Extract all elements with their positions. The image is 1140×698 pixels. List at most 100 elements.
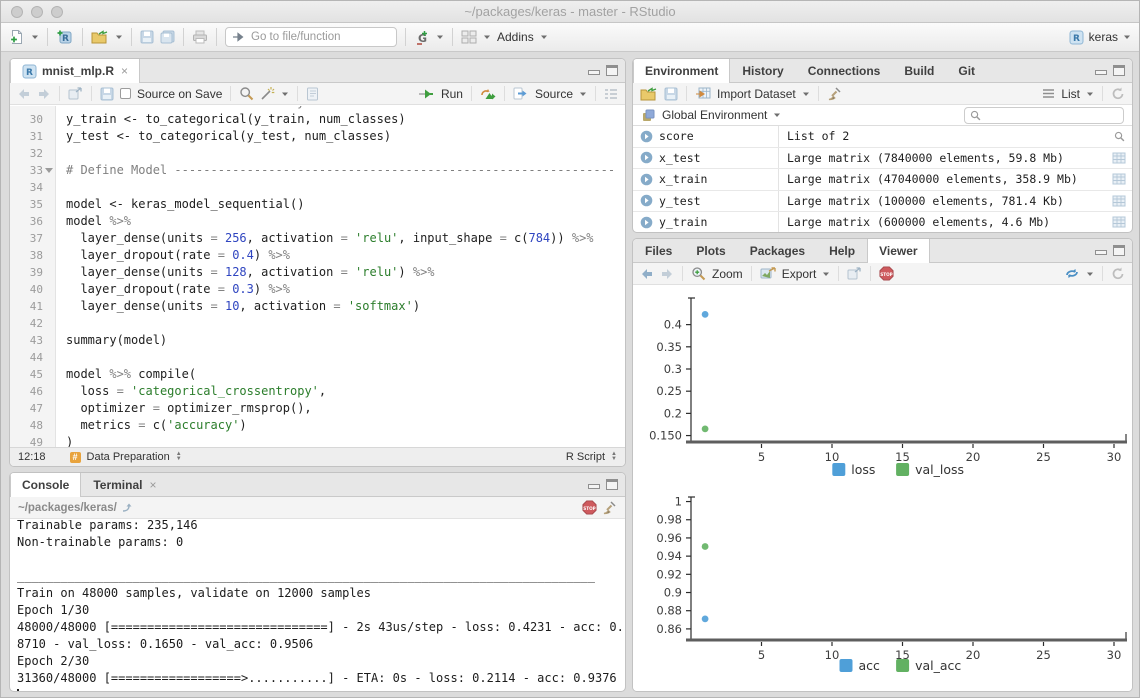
project-menu[interactable]: R keras xyxy=(1069,30,1131,45)
back-icon[interactable] xyxy=(640,268,654,280)
source-file-icon[interactable] xyxy=(513,87,529,100)
environment-object-x_test[interactable]: x_testLarge matrix (7840000 elements, 59… xyxy=(633,148,1132,170)
open-recent-caret[interactable] xyxy=(115,33,123,41)
code-line-41[interactable]: 41 layer_dense(units = 10, activation = … xyxy=(10,298,625,315)
env-tab-connections[interactable]: Connections xyxy=(796,59,893,82)
new-file-icon[interactable] xyxy=(9,29,25,45)
save-icon[interactable] xyxy=(140,30,154,44)
run-button[interactable]: Run xyxy=(441,87,463,101)
environment-object-score[interactable]: scoreList of 2 xyxy=(633,126,1132,148)
code-line-32[interactable]: 32 xyxy=(10,145,625,162)
find-replace-icon[interactable] xyxy=(239,86,254,101)
compile-report-icon[interactable] xyxy=(306,87,319,101)
code-line-43[interactable]: 43summary(model) xyxy=(10,332,625,349)
minimize-pane-icon[interactable] xyxy=(588,484,600,489)
expand-object-icon[interactable] xyxy=(640,194,653,207)
file-type-selector[interactable]: R Script xyxy=(566,451,605,463)
code-line-46[interactable]: 46 loss = 'categorical_crossentropy', xyxy=(10,383,625,400)
import-dataset-caret[interactable] xyxy=(802,90,810,98)
code-line-36[interactable]: 36model %>% xyxy=(10,213,625,230)
view-table-icon[interactable] xyxy=(1112,152,1126,164)
refresh-viewer-icon[interactable] xyxy=(1111,267,1125,281)
files-tab-help[interactable]: Help xyxy=(817,239,867,262)
env-tab-environment[interactable]: Environment xyxy=(633,59,730,83)
zoom-plot-icon[interactable] xyxy=(691,266,706,281)
version-control-caret[interactable] xyxy=(436,33,444,41)
environment-object-y_test[interactable]: y_testLarge matrix (100000 elements, 781… xyxy=(633,191,1132,213)
save-workspace-icon[interactable] xyxy=(664,87,678,101)
code-line-42[interactable]: 42 xyxy=(10,315,625,332)
console-tab-console[interactable]: Console xyxy=(10,473,81,497)
maximize-pane-icon[interactable] xyxy=(606,479,618,490)
maximize-pane-icon[interactable] xyxy=(1113,65,1125,76)
go-to-directory-icon[interactable] xyxy=(122,502,134,513)
version-control-icon[interactable]: G xyxy=(414,29,430,45)
code-line-31[interactable]: 31y_test <- to_categorical(y_test, num_c… xyxy=(10,128,625,145)
expand-object-icon[interactable] xyxy=(640,173,653,186)
export-plot-icon[interactable] xyxy=(760,267,776,280)
minimize-pane-icon[interactable] xyxy=(1095,70,1107,75)
code-line-37[interactable]: 37 layer_dense(units = 256, activation =… xyxy=(10,230,625,247)
files-tab-files[interactable]: Files xyxy=(633,239,684,262)
workspace-panes-icon[interactable] xyxy=(461,30,477,44)
files-tab-viewer[interactable]: Viewer xyxy=(867,239,929,263)
addins-caret[interactable] xyxy=(540,33,548,41)
code-line-39[interactable]: 39 layer_dense(units = 128, activation =… xyxy=(10,264,625,281)
files-tab-packages[interactable]: Packages xyxy=(738,239,817,262)
code-line-30[interactable]: 30y_train <- to_categorical(y_train, num… xyxy=(10,111,625,128)
list-view-icon[interactable] xyxy=(1042,88,1055,99)
source-button[interactable]: Source xyxy=(535,87,573,101)
source-on-save-checkbox[interactable] xyxy=(120,88,131,99)
minimize-pane-icon[interactable] xyxy=(588,70,600,75)
code-tools-icon[interactable] xyxy=(260,86,275,101)
code-line-33[interactable]: 33# Define Model -----------------------… xyxy=(10,162,625,179)
environment-search-input[interactable] xyxy=(985,109,1127,121)
run-icon[interactable] xyxy=(418,88,435,100)
back-icon[interactable] xyxy=(17,88,31,100)
import-dataset-button[interactable]: Import Dataset xyxy=(717,87,796,101)
view-table-icon[interactable] xyxy=(1112,195,1126,207)
console-output[interactable]: Trainable params: 235,146Non-trainable p… xyxy=(10,520,625,691)
clear-console-icon[interactable] xyxy=(602,500,617,515)
workspace-panes-caret[interactable] xyxy=(483,33,491,41)
expand-object-icon[interactable] xyxy=(640,130,653,143)
show-in-new-window-icon[interactable] xyxy=(847,267,862,280)
env-tab-build[interactable]: Build xyxy=(892,59,946,82)
forward-icon[interactable] xyxy=(660,268,674,280)
code-line-44[interactable]: 44 xyxy=(10,349,625,366)
publish-caret[interactable] xyxy=(1086,270,1094,278)
environment-search-box[interactable] xyxy=(964,107,1124,124)
files-tab-plots[interactable]: Plots xyxy=(684,239,737,262)
import-dataset-icon[interactable] xyxy=(695,87,711,100)
environment-scope-caret[interactable] xyxy=(773,111,781,119)
code-line-45[interactable]: 45model %>% compile( xyxy=(10,366,625,383)
save-all-icon[interactable] xyxy=(160,30,175,44)
view-mode-button[interactable]: List xyxy=(1061,87,1080,101)
view-table-icon[interactable] xyxy=(1112,173,1126,185)
new-project-icon[interactable]: R xyxy=(56,29,74,45)
fold-section-icon[interactable] xyxy=(45,168,53,173)
code-line-48[interactable]: 48 metrics = c('accuracy') xyxy=(10,417,625,434)
env-tab-history[interactable]: History xyxy=(730,59,795,82)
editor-tab-mnist-mlp-r[interactable]: Rmnist_mlp.R× xyxy=(10,59,140,83)
code-editor[interactable]: 29# Convert class vectors to binary clas… xyxy=(10,106,625,447)
expand-object-icon[interactable] xyxy=(640,151,653,164)
code-line-34[interactable]: 34 xyxy=(10,179,625,196)
code-line-40[interactable]: 40 layer_dropout(rate = 0.3) %>% xyxy=(10,281,625,298)
goto-file-function-box[interactable] xyxy=(225,27,397,47)
code-tools-caret[interactable] xyxy=(281,90,289,98)
expand-object-icon[interactable] xyxy=(640,216,653,229)
forward-icon[interactable] xyxy=(37,88,51,100)
clear-environment-icon[interactable] xyxy=(827,86,842,101)
view-table-icon[interactable] xyxy=(1112,216,1126,228)
print-icon[interactable] xyxy=(192,30,208,44)
section-selector[interactable]: Data Preparation xyxy=(87,451,170,463)
document-outline-icon[interactable] xyxy=(604,88,618,100)
stop-app-icon[interactable]: STOP xyxy=(879,266,894,281)
zoom-button[interactable]: Zoom xyxy=(712,267,743,281)
environment-object-x_train[interactable]: x_trainLarge matrix (47040000 elements, … xyxy=(633,169,1132,191)
publish-icon[interactable] xyxy=(1064,267,1080,280)
maximize-pane-icon[interactable] xyxy=(1113,245,1125,256)
load-workspace-icon[interactable] xyxy=(640,87,658,101)
code-line-35[interactable]: 35model <- keras_model_sequential() xyxy=(10,196,625,213)
